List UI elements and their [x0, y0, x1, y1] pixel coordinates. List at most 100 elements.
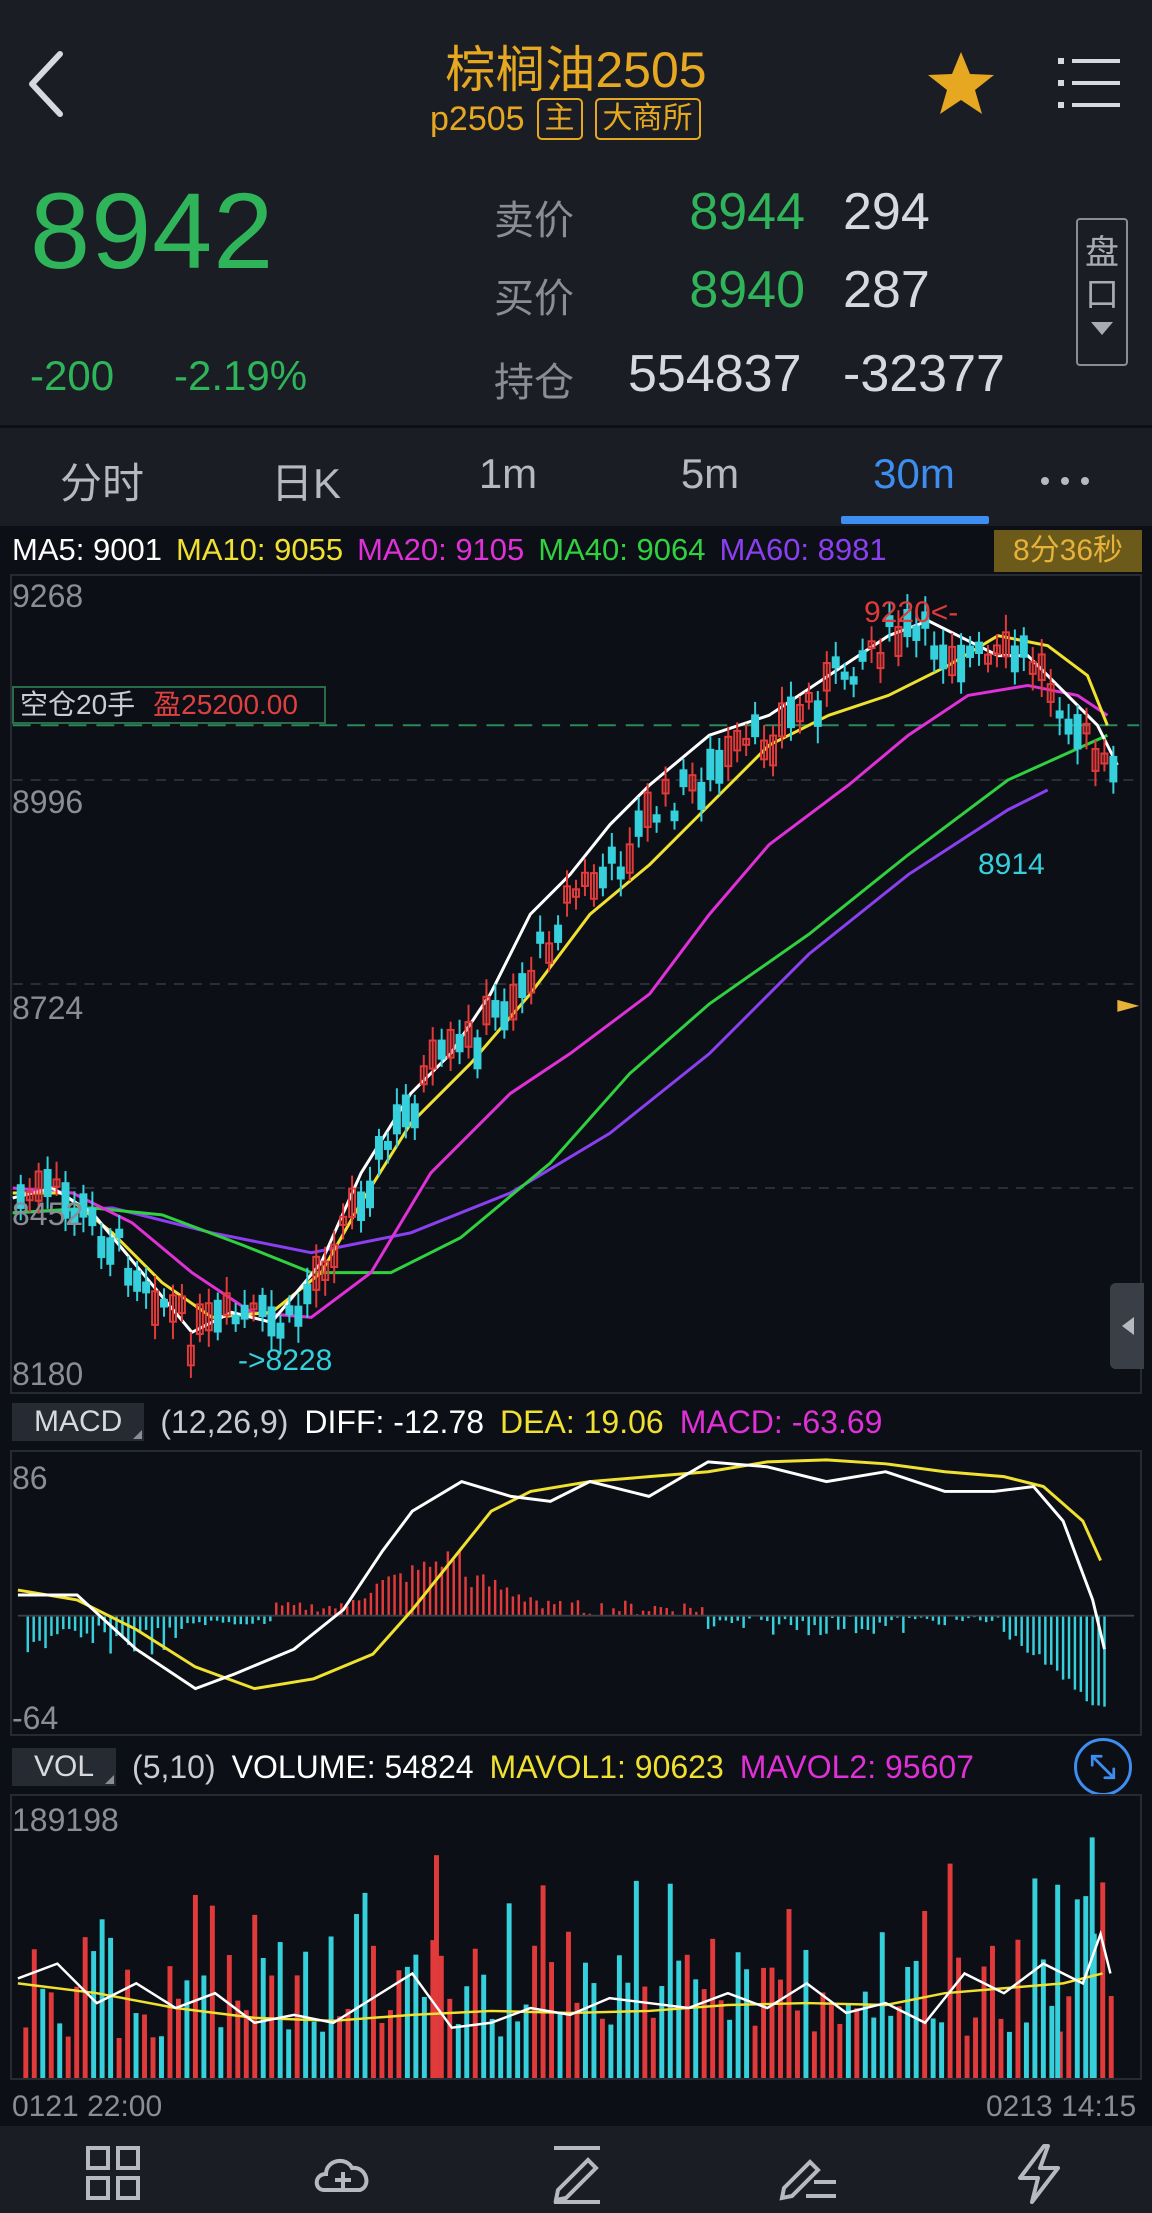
candle-body	[975, 641, 984, 654]
candle-body	[966, 645, 975, 658]
order-book-label-2: 口	[1085, 276, 1119, 314]
candle-body	[401, 1094, 410, 1128]
candle-body	[706, 748, 715, 781]
bar-countdown: 8分36秒	[994, 530, 1142, 572]
candle-body	[1073, 714, 1082, 750]
volume-bar	[371, 1945, 376, 2078]
volume-bar	[998, 2018, 1004, 2078]
ma60-value: MA60: 8981	[719, 532, 887, 567]
draw-pen-icon[interactable]	[544, 2144, 610, 2204]
candle-body	[831, 656, 840, 669]
volume-bar	[320, 2031, 326, 2078]
candle-body	[652, 814, 661, 823]
candle-body	[392, 1104, 401, 1135]
volume-bar	[74, 1986, 80, 2078]
exchange-tag: 大商所	[594, 98, 701, 140]
volume-bar	[201, 1975, 207, 2078]
candle-body	[1109, 755, 1118, 783]
ma-price-marker: 8914	[978, 848, 1045, 881]
candle-body	[616, 866, 625, 880]
candle-body	[366, 1180, 374, 1209]
more-dots-icon[interactable]	[1038, 450, 1092, 500]
moving-average-legend: MA5: 9001 MA10: 9055 MA20: 9105 MA40: 90…	[12, 532, 887, 568]
macd-chart[interactable]	[10, 1450, 1142, 1736]
volume-bar	[434, 1855, 439, 2078]
chevron-left-small-icon[interactable]	[1110, 1283, 1144, 1369]
position-indicator[interactable]: 空仓20手 盈25200.00	[12, 686, 326, 724]
volume-bar	[973, 2017, 978, 2078]
cloud-add-icon[interactable]	[310, 2144, 376, 2204]
volume-bar	[794, 2010, 800, 2078]
volume-bar	[574, 2002, 580, 2078]
candle-body	[554, 924, 563, 943]
volume-indicator-select[interactable]: VOL	[12, 1748, 117, 1786]
order-book-label-1: 盘	[1085, 234, 1119, 272]
volume-bar	[23, 2027, 29, 2078]
volume-bar	[1066, 1996, 1072, 2078]
volume-bar	[1083, 1896, 1089, 2078]
time-axis-end: 0213 14:15	[986, 2090, 1137, 2123]
volume-bar	[837, 2023, 843, 2078]
volume-bar	[667, 1883, 673, 2078]
chevron-left-icon[interactable]	[24, 48, 68, 120]
diff-line	[17, 1460, 1106, 1691]
tab-1m[interactable]: 1m	[428, 450, 588, 498]
candle-body	[88, 1207, 97, 1227]
edit-list-icon[interactable]	[776, 2144, 842, 2204]
candle-body	[840, 671, 849, 680]
list-menu-icon[interactable]	[1058, 56, 1120, 110]
volume-bar	[303, 1951, 309, 2078]
candle-body	[285, 1305, 294, 1316]
macd-indicator-select[interactable]: MACD	[12, 1403, 145, 1441]
tab-30m[interactable]: 30m	[834, 450, 994, 498]
candle-body	[1010, 645, 1019, 673]
star-icon[interactable]	[926, 50, 996, 116]
bid-volume: 287	[843, 261, 930, 319]
volume-bar	[964, 2035, 970, 2078]
tab-daily-k[interactable]: 日K	[226, 450, 386, 511]
grid-icon[interactable]	[80, 2144, 146, 2204]
tab-5m[interactable]: 5m	[630, 450, 790, 498]
volume-value: VOLUME: 54824	[231, 1748, 474, 1785]
volume-bar	[489, 2018, 495, 2078]
candle-body	[124, 1267, 133, 1286]
volume-bar	[922, 1910, 928, 2078]
price-change: -200	[30, 352, 115, 399]
macd-axis-top: 86	[12, 1460, 48, 1496]
volume-bar	[65, 2036, 71, 2078]
candle-body	[670, 810, 679, 822]
ma20-value: MA20: 9105	[357, 532, 525, 567]
volume-bar	[328, 1936, 334, 2078]
candle-body	[697, 781, 706, 810]
volume-bar	[354, 1914, 359, 2078]
volume-params: (5,10)	[132, 1748, 216, 1785]
macd-diff: DIFF: -12.78	[304, 1403, 485, 1440]
volume-bar	[549, 1962, 555, 2078]
expand-arrows-icon[interactable]	[1074, 1738, 1132, 1796]
volume-bar	[57, 2023, 63, 2078]
caret-down-icon	[1091, 322, 1113, 335]
volume-bar	[31, 1949, 37, 2078]
volume-bar	[116, 2038, 122, 2078]
volume-chart[interactable]	[10, 1794, 1142, 2080]
candle-body	[500, 1001, 509, 1031]
volume-bar	[1074, 1899, 1080, 2078]
volume-bar	[939, 2022, 945, 2078]
volume-bar	[481, 1974, 487, 2078]
bottom-toolbar	[0, 2126, 1152, 2213]
volume-bar	[608, 2024, 614, 2078]
last-price: 8942	[30, 170, 275, 291]
volume-bar	[447, 1998, 453, 2078]
tab-intraday[interactable]: 分时	[22, 450, 182, 511]
price-axis-bottom: 8180	[12, 1356, 84, 1392]
candle-body	[607, 846, 616, 864]
dea-line	[17, 1458, 1102, 1691]
volume-bar	[1032, 1878, 1038, 2078]
time-axis-start: 0121 22:00	[12, 2090, 163, 2123]
candle-body	[930, 645, 939, 660]
order-book-toggle[interactable]: 盘 口	[1076, 218, 1128, 366]
ma60-line	[12, 788, 1049, 1255]
lightning-icon[interactable]	[1006, 2144, 1072, 2204]
macd-axis-bottom: -64	[12, 1700, 59, 1736]
candle-body	[383, 1140, 392, 1150]
